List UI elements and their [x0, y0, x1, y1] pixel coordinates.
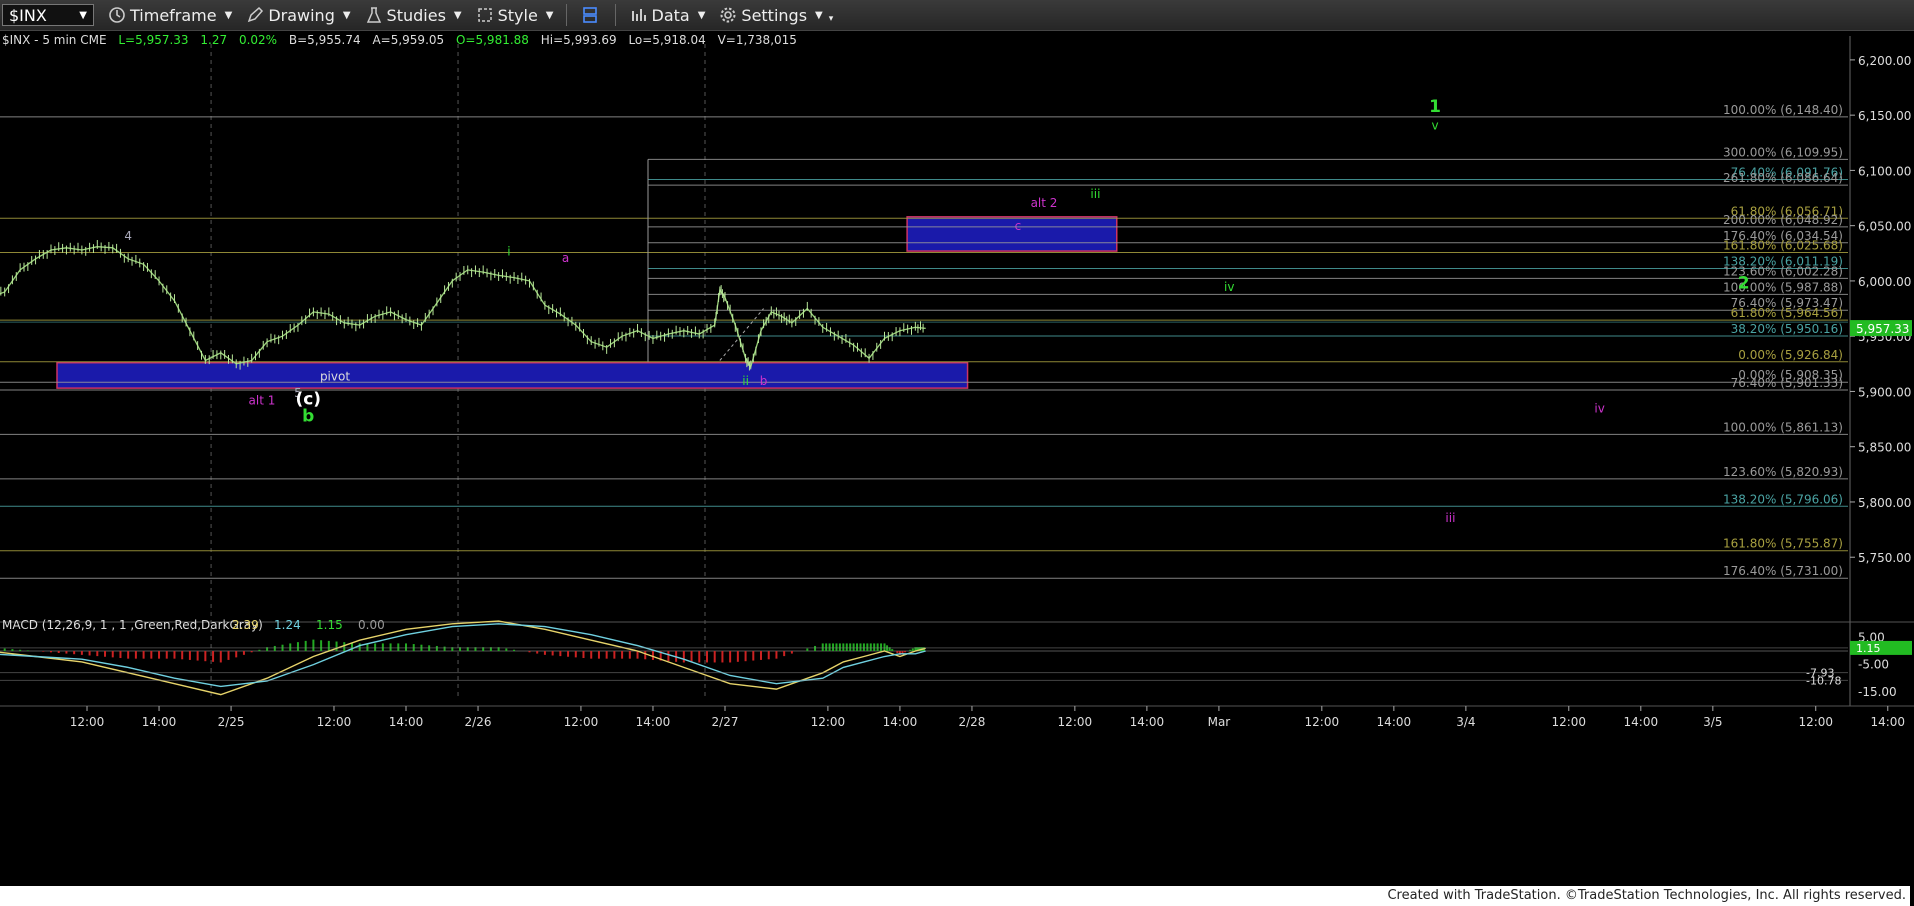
price-axis-label: 5,800.00 — [1858, 496, 1911, 510]
box-label: c — [1015, 219, 1022, 233]
price-axis-label: 5,900.00 — [1858, 385, 1911, 399]
indicator-title: MACD (12,26,9, 1 , 1 ,Green,Red,DarkGray… — [2, 618, 263, 632]
price-chart[interactable]: pivot c 100.00% (6,148.40) 300.00% (6,109.… — [0, 0, 1914, 886]
wave-label: b — [760, 374, 768, 388]
fib-level-label: 76.40% (5,901.33) — [1731, 376, 1843, 390]
macd-signal-line — [0, 623, 926, 688]
wave-label: ii — [742, 374, 749, 388]
indicator-value: 1.24 — [274, 618, 301, 632]
fib-level-label: 100.00% (6,148.40) — [1723, 103, 1843, 117]
target-box — [56, 361, 969, 389]
credit-line: Created with TradeStation. ©TradeStation… — [0, 886, 1910, 906]
fib-level-label: 138.20% (5,796.06) — [1723, 492, 1843, 506]
time-axis-label: 14:00 — [389, 715, 424, 729]
wave-label: iv — [1224, 280, 1234, 294]
fib-level-label: 38.20% (5,950.16) — [1731, 322, 1843, 336]
time-axis-label: 14:00 — [1130, 715, 1165, 729]
wave-label: 1 — [1429, 97, 1441, 117]
wave-label: iii — [1445, 511, 1455, 525]
fib-level-label: 261.80% (6,086.64) — [1723, 171, 1843, 185]
fib-level-label: 161.80% (5,755.87) — [1723, 537, 1843, 551]
target-box — [906, 216, 1118, 252]
time-axis-label: 2/25 — [218, 715, 245, 729]
wave-label: b — [302, 406, 314, 426]
time-axis-label: 14:00 — [636, 715, 671, 729]
indicator-value: 2.39 — [232, 618, 259, 632]
fib-level-label: 161.80% (6,025.68) — [1723, 239, 1843, 253]
macd-axis-label: -5.00 — [1858, 658, 1889, 672]
last-price-label: 5,957.33 — [1856, 322, 1909, 336]
wave-label: i — [507, 245, 510, 259]
wave-label: v — [1431, 119, 1438, 133]
time-axis-label: 12:00 — [1551, 715, 1586, 729]
time-axis-label: 12:00 — [1305, 715, 1340, 729]
time-axis-label: 12:00 — [1798, 715, 1833, 729]
price-axis-label: 6,150.00 — [1858, 109, 1911, 123]
time-axis-label: 3/5 — [1703, 715, 1722, 729]
price-axis-label: 6,050.00 — [1858, 220, 1911, 234]
time-axis-label: 12:00 — [811, 715, 846, 729]
price-axis-label: 6,000.00 — [1858, 275, 1911, 289]
wave-label: iv — [1594, 401, 1604, 415]
price-series-line — [0, 246, 926, 369]
time-axis-label: 14:00 — [1624, 715, 1659, 729]
price-axis-label: 6,200.00 — [1858, 54, 1911, 68]
time-axis-label: 12:00 — [317, 715, 352, 729]
wave-label: alt 1 — [249, 394, 276, 408]
fib-level-label: 61.80% (5,964.56) — [1731, 306, 1843, 320]
price-axis-label: 5,750.00 — [1858, 551, 1911, 565]
time-axis-label: 2/28 — [958, 715, 985, 729]
fib-level-label: 200.00% (6,048.92) — [1723, 213, 1843, 227]
time-axis-label: 14:00 — [1377, 715, 1412, 729]
macd-marker-label: -10.78 — [1806, 674, 1841, 687]
macd-marker-label: 1.15 — [1856, 642, 1881, 655]
fib-level-label: 123.60% (5,820.93) — [1723, 465, 1843, 479]
time-axis-label: 12:00 — [564, 715, 599, 729]
time-axis-label: Mar — [1208, 715, 1231, 729]
wave-trendline — [719, 308, 764, 361]
price-axis-label: 5,850.00 — [1858, 441, 1911, 455]
time-axis-label: 12:00 — [1058, 715, 1093, 729]
price-axis-label: 6,100.00 — [1858, 164, 1911, 178]
fib-level-label: 300.00% (6,109.95) — [1723, 145, 1843, 159]
time-axis-label: 14:00 — [142, 715, 177, 729]
time-axis-label: 14:00 — [1870, 715, 1905, 729]
fib-level-label: 176.40% (5,731.00) — [1723, 564, 1843, 578]
box-label: pivot — [320, 369, 350, 383]
time-axis-label: 12:00 — [70, 715, 105, 729]
wave-label: iii — [1090, 187, 1100, 201]
time-axis-label: 14:00 — [883, 715, 918, 729]
wave-label: alt 2 — [1031, 196, 1058, 210]
fib-level-label: 100.00% (5,861.13) — [1723, 420, 1843, 434]
fib-level-label: 0.00% (5,926.84) — [1738, 348, 1843, 362]
wave-label: 2 — [1738, 274, 1750, 294]
indicator-value: 1.15 — [316, 618, 343, 632]
wave-label: a — [562, 251, 569, 265]
time-axis-label: 2/27 — [712, 715, 739, 729]
macd-line — [0, 620, 926, 696]
wave-label: 4 — [124, 229, 132, 243]
macd-axis-label: -15.00 — [1858, 685, 1897, 699]
time-axis-label: 3/4 — [1456, 715, 1475, 729]
indicator-value: 0.00 — [358, 618, 385, 632]
time-axis-label: 2/26 — [465, 715, 492, 729]
